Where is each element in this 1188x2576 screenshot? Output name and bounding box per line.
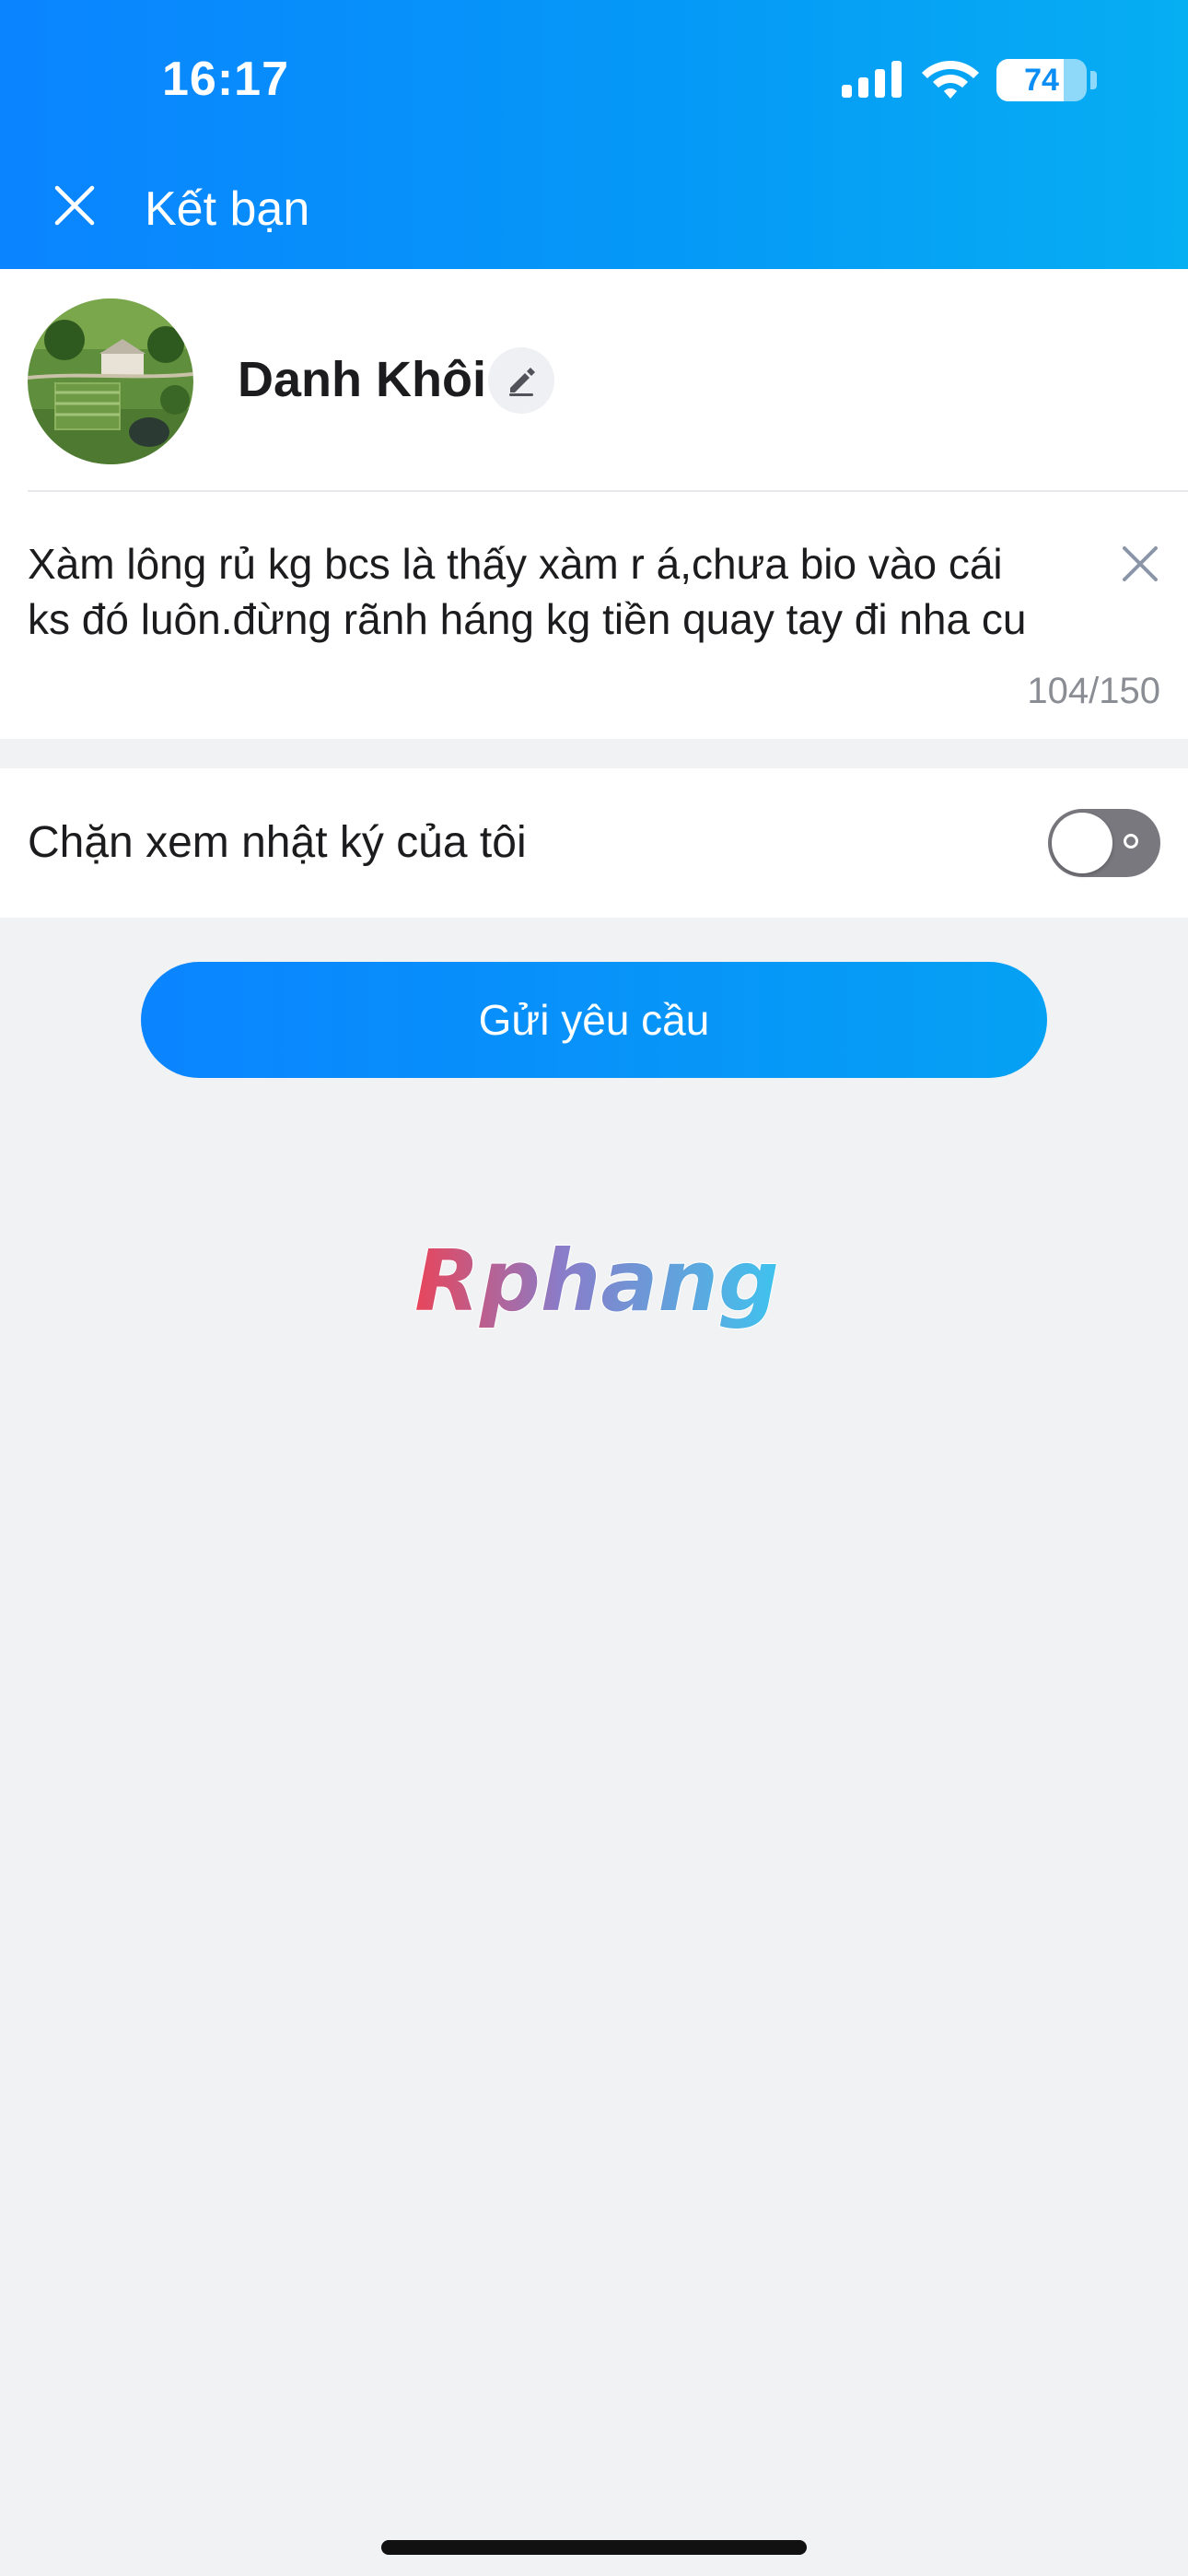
battery-tip bbox=[1090, 71, 1097, 89]
battery-level: 74 bbox=[1024, 63, 1059, 98]
close-icon[interactable] bbox=[52, 182, 98, 228]
block-diary-row: Chặn xem nhật ký của tôi bbox=[0, 768, 1188, 918]
profile-name: Danh Khôi bbox=[238, 352, 486, 407]
block-diary-label: Chặn xem nhật ký của tôi bbox=[28, 818, 527, 867]
battery-icon: 74 bbox=[996, 59, 1087, 101]
clear-message-icon[interactable] bbox=[1120, 544, 1160, 584]
character-counter: 104/150 bbox=[1027, 671, 1160, 711]
avatar[interactable] bbox=[28, 299, 193, 464]
page-title: Kết bạn bbox=[145, 182, 310, 236]
send-request-button[interactable]: Gửi yêu cầu bbox=[141, 962, 1047, 1078]
avatar-image bbox=[28, 299, 193, 464]
wifi-icon bbox=[922, 61, 979, 99]
status-time: 16:17 bbox=[162, 53, 289, 106]
watermark-text: Rphang bbox=[414, 1233, 779, 1330]
toggle-off-icon bbox=[1124, 834, 1138, 849]
cellular-signal-icon bbox=[842, 61, 902, 98]
friend-request-card: Danh Khôi Xàm lông rủ kg bcs là thấy xàm… bbox=[0, 269, 1188, 739]
app-header: 16:17 74 Kết bạn bbox=[0, 0, 1188, 269]
divider bbox=[28, 490, 1188, 492]
home-indicator bbox=[381, 2540, 807, 2555]
message-input[interactable]: Xàm lông rủ kg bcs là thấy xàm r á,chưa … bbox=[28, 536, 1087, 647]
watermark-logo: Rphang bbox=[413, 1233, 780, 1331]
block-diary-toggle[interactable] bbox=[1048, 809, 1160, 877]
pencil-icon bbox=[509, 368, 535, 396]
edit-name-button[interactable] bbox=[488, 347, 554, 414]
toggle-knob bbox=[1052, 813, 1112, 873]
